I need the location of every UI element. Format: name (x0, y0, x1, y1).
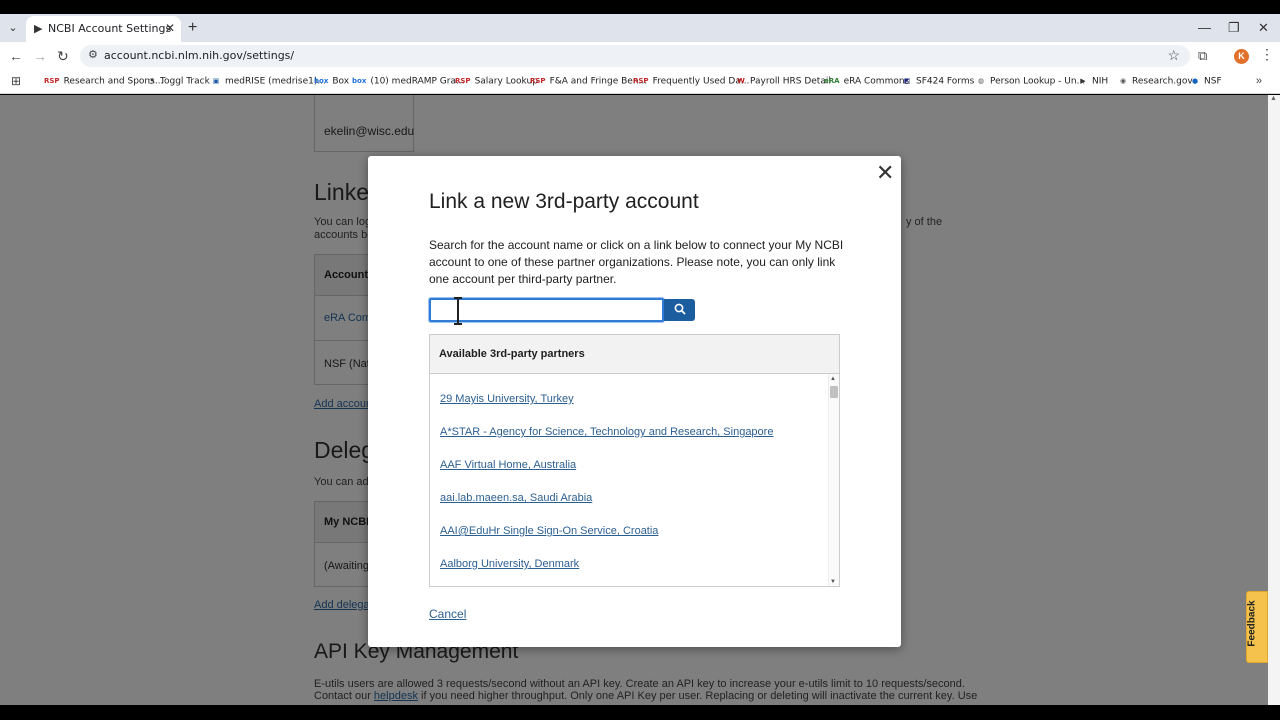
bookmark-item[interactable]: W Payroll HRS Detail (736, 76, 831, 87)
bookmark-label: Frequently Used Da... (652, 76, 750, 87)
restore-icon[interactable]: ❐ (1228, 18, 1240, 38)
bookmark-favicon-icon: RSP (455, 77, 471, 85)
bookmark-favicon-icon: ▶ (1080, 77, 1086, 85)
bookmark-favicon-icon: box (314, 77, 329, 85)
bookmark-item[interactable]: ● NSF (1190, 76, 1222, 87)
partners-list[interactable]: 29 Mayis University, Turkey A*STAR - Agen… (430, 374, 828, 586)
bookmark-label: (10) medRAMP Gra... (370, 76, 465, 87)
bookmark-item[interactable]: RSP F&A and Fringe Ben... (530, 76, 647, 87)
partners-scrollbar[interactable]: ▲ ▼ (828, 374, 839, 586)
bookmark-label: Research.gov (1132, 76, 1193, 87)
address-bar[interactable]: ⚙ account.ncbi.nlm.nih.gov/settings/ ☆ (80, 45, 1190, 67)
partners-panel: Available 3rd-party partners 29 Mayis Un… (429, 334, 840, 587)
partners-header: Available 3rd-party partners (430, 335, 839, 374)
more-bookmarks-icon[interactable]: » (1256, 75, 1262, 87)
partner-search-input[interactable] (429, 298, 664, 322)
bookmark-label: NSF (1204, 76, 1222, 87)
bookmark-favicon-icon: ◔ (147, 77, 155, 85)
minimize-icon[interactable]: — (1198, 18, 1211, 38)
ncbi-favicon-icon: ▶ (34, 23, 43, 35)
bookmark-item[interactable]: box (10) medRAMP Gra... (352, 76, 465, 87)
feedback-button[interactable]: Feedback (1246, 591, 1268, 663)
browser-toolbar: ← → ↻ ⚙ account.ncbi.nlm.nih.gov/setting… (0, 42, 1280, 70)
dialog-description: Search for the account name or click on … (429, 238, 844, 286)
tab-search-icon[interactable]: ⌄ (4, 18, 22, 38)
bookmark-favicon-icon: RSP (530, 77, 546, 85)
partner-link[interactable]: A*STAR - Agency for Science, Technology … (440, 426, 773, 438)
scroll-up-icon[interactable]: ▲ (1270, 95, 1277, 102)
partner-link[interactable]: aai.lab.maeen.sa, Saudi Arabia (440, 492, 592, 504)
bookmark-favicon-icon: RSP (44, 77, 60, 85)
site-info-icon[interactable]: ⚙ (88, 48, 98, 61)
partner-link[interactable]: AAF Virtual Home, Australia (440, 459, 576, 471)
extensions-icon[interactable]: ⧉ (1198, 48, 1207, 64)
partner-link[interactable]: Aalborg University, Denmark (440, 558, 579, 570)
partners-heading: Available 3rd-party partners (439, 348, 585, 360)
tab-title: NCBI Account Settings (48, 22, 172, 35)
bookmark-label: Toggl Track (160, 76, 210, 87)
bookmark-item[interactable]: ◉ Research.gov (1118, 76, 1193, 87)
partner-link[interactable]: 29 Mayis University, Turkey (440, 393, 574, 405)
bookmark-label: Box (332, 76, 350, 87)
bookmark-item[interactable]: RSP Frequently Used Da... (633, 76, 749, 87)
link-account-dialog: ✕ Link a new 3rd-party account Search fo… (368, 156, 901, 647)
bookmark-item[interactable]: ▣ medRISE (medrise1)... (211, 76, 326, 87)
bookmark-item[interactable]: ◍ Person Lookup - Un... (976, 76, 1085, 87)
new-tab-icon[interactable]: + (188, 18, 197, 38)
cancel-link[interactable]: Cancel (429, 607, 466, 621)
bookmark-favicon-icon: ◉ (1119, 77, 1127, 85)
avatar[interactable]: K (1234, 49, 1249, 64)
screen-top-bar (0, 0, 1280, 14)
scroll-up-icon[interactable]: ▲ (830, 376, 836, 382)
bookmark-label: NIH (1092, 76, 1109, 87)
bookmark-favicon-icon: box (352, 77, 367, 85)
bookmark-favicon-icon: ▣ (212, 77, 220, 85)
tab-close-icon[interactable]: ✕ (165, 21, 175, 35)
bookmark-favicon-icon: ● (1191, 77, 1199, 85)
forward-icon[interactable]: → (33, 46, 47, 66)
bookmark-favicon-icon: eRA (824, 77, 840, 85)
bookmarks-bar: ⊞ RSP Research and Spons... ◔ Toggl Track ▣ m… (0, 70, 1280, 94)
window-close-icon[interactable]: ✕ (1258, 18, 1269, 38)
browser-tab[interactable]: ▶ NCBI Account Settings ✕ (26, 16, 181, 42)
bookmark-favicon-icon: W (737, 77, 745, 85)
scroll-down-icon[interactable]: ▼ (830, 579, 836, 585)
bookmark-item[interactable]: ◔ Toggl Track (146, 76, 210, 87)
search-icon (674, 303, 686, 315)
bookmark-favicon-icon: RSP (633, 77, 649, 85)
bookmark-star-icon[interactable]: ☆ (1167, 47, 1180, 64)
bookmark-label: Person Lookup - Un... (990, 76, 1086, 87)
bookmark-item[interactable]: ▶ NIH (1078, 76, 1108, 87)
bookmark-label: Payroll HRS Detail (750, 76, 831, 87)
bookmark-item[interactable]: ◩ SF424 Forms (902, 76, 975, 87)
browser-menu-icon[interactable]: ⋮ (1260, 46, 1274, 63)
bookmark-label: eRA Commons (843, 76, 910, 87)
bookmark-label: Salary Lookup (474, 76, 538, 87)
partner-link[interactable]: AAI@EduHr Single Sign-On Service, Croati… (440, 525, 658, 537)
feedback-label: Feedback (1246, 600, 1258, 647)
bookmark-favicon-icon: ◍ (977, 77, 985, 85)
url-text: account.ncbi.nlm.nih.gov/settings/ (104, 49, 295, 62)
tab-bar: ⌄ ▶ NCBI Account Settings ✕ + — ❐ ✕ (0, 14, 1280, 42)
apps-grid-icon[interactable]: ⊞ (11, 74, 21, 88)
bookmark-label: medRISE (medrise1)... (225, 76, 326, 87)
back-icon[interactable]: ← (9, 46, 23, 66)
scrollbar-thumb[interactable] (830, 386, 838, 398)
reload-icon[interactable]: ↻ (57, 46, 69, 66)
dialog-title: Link a new 3rd-party account (429, 190, 699, 213)
search-button[interactable] (664, 299, 695, 321)
bookmark-item[interactable]: RSP Salary Lookup (455, 76, 538, 87)
bookmark-item[interactable]: box Box (314, 76, 349, 87)
page-scrollbar[interactable]: ▲ (1268, 95, 1280, 705)
screen-bottom-bar (0, 705, 1280, 720)
bookmark-favicon-icon: ◩ (903, 77, 911, 85)
close-icon[interactable]: ✕ (876, 160, 894, 186)
bookmark-label: SF424 Forms (916, 76, 975, 87)
bookmark-item[interactable]: eRA eRA Commons (824, 76, 909, 87)
